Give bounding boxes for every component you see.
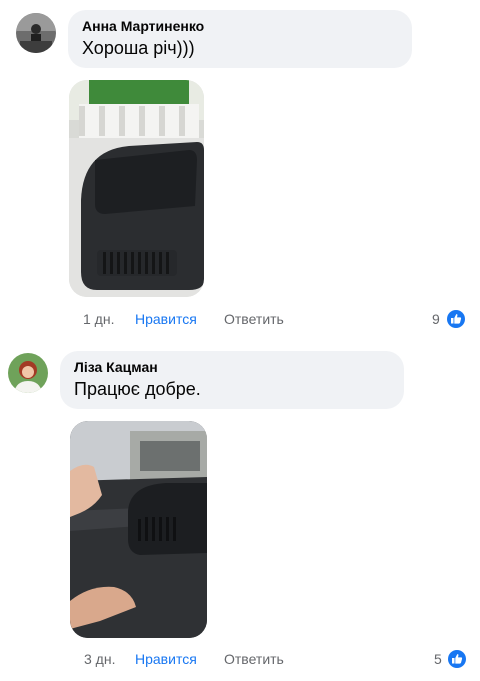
reply-link[interactable]: Ответить [224,650,284,668]
like-link[interactable]: Нравится [135,310,197,328]
avatar[interactable] [16,13,56,53]
comment-text: Працює добре. [74,379,201,399]
comment-author[interactable]: Ліза Кацман [74,359,390,375]
comment-time[interactable]: 1 дн. [83,310,114,328]
like-link[interactable]: Нравится [135,650,197,668]
comment-photo[interactable] [69,80,204,297]
comment-bubble: Ліза Кацман Працює добре. [60,351,404,409]
like-reaction-icon[interactable] [447,310,465,328]
comment-bubble: Анна Мартиненко Хороша річ))) [68,10,412,68]
comment-author[interactable]: Анна Мартиненко [82,18,398,34]
like-reaction-icon[interactable] [448,650,466,668]
avatar[interactable] [8,353,48,393]
reply-link[interactable]: Ответить [224,310,284,328]
comment-text: Хороша річ))) [82,38,195,58]
comment-time[interactable]: 3 дн. [84,650,115,668]
reaction-count[interactable]: 5 [434,650,442,668]
reaction-count[interactable]: 9 [432,310,440,328]
comment-actions: 1 дн. Нравится Ответить 9 [0,310,480,328]
comment-actions: 3 дн. Нравится Ответить 5 [0,650,480,668]
comment-photo[interactable] [70,421,207,638]
